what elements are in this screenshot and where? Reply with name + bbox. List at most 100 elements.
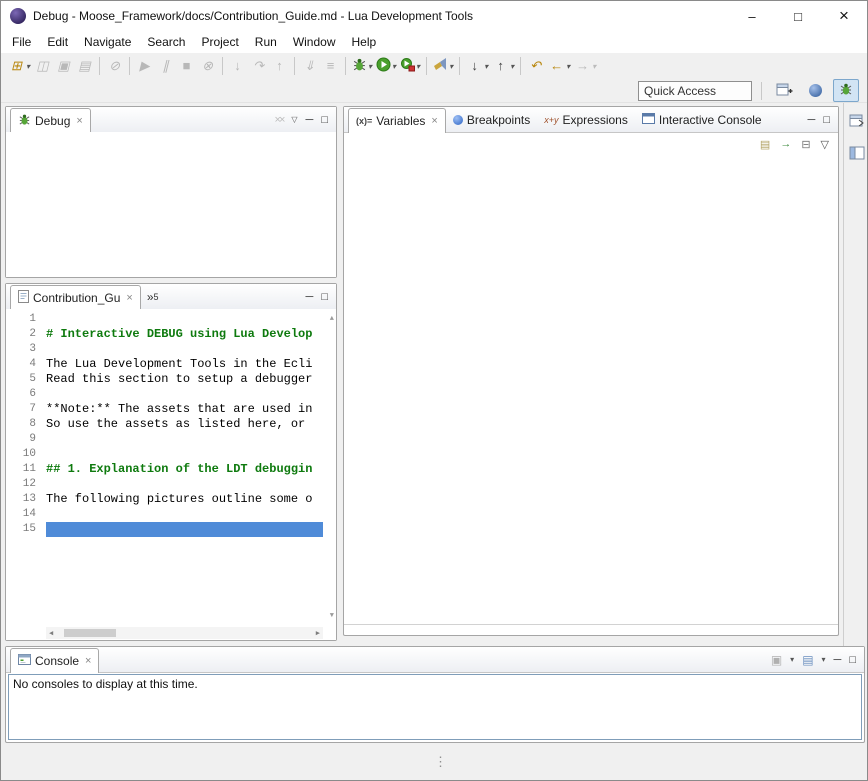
minimize-window-button[interactable]: – (729, 1, 775, 31)
dropdown-icon[interactable]: ▾ (449, 62, 453, 71)
use-step-filters-button[interactable]: ≡ (320, 54, 341, 78)
restore-view-icon[interactable] (849, 113, 865, 130)
open-perspective-button[interactable] (771, 79, 797, 102)
dropdown-icon[interactable]: ▾ (790, 655, 794, 664)
search-button[interactable]: ▾ (431, 54, 455, 78)
tab-variables[interactable]: (x)= Variables × (348, 108, 446, 133)
tab-interactive-console[interactable]: Interactive Console (635, 108, 769, 132)
external-tools-button[interactable]: ▾ (398, 54, 422, 78)
step-return-button[interactable]: ↑ (269, 54, 290, 78)
forward-button[interactable]: →▾ (572, 54, 598, 78)
editor-tab-contribution-guide[interactable]: Contribution_Gu × (10, 285, 141, 310)
outline-view-icon[interactable] (849, 146, 865, 163)
maximize-view-icon[interactable]: □ (849, 654, 856, 666)
tab-expressions[interactable]: x+y Expressions (537, 108, 635, 132)
next-annotation-button[interactable]: ↓▾ (464, 54, 490, 78)
dropdown-icon[interactable]: ▾ (510, 62, 514, 71)
debug-button[interactable]: ▾ (350, 54, 374, 78)
step-over-button[interactable]: ↷ (248, 54, 269, 78)
menu-item-edit[interactable]: Edit (39, 31, 76, 53)
debug-view-content[interactable] (6, 132, 336, 277)
navigate-icon[interactable]: → (780, 138, 791, 150)
variables-view-content[interactable] (344, 154, 838, 624)
scroll-right-icon[interactable]: ▶ (313, 629, 323, 638)
dropdown-icon[interactable]: ▾ (416, 62, 420, 71)
ldt-perspective-button[interactable] (802, 79, 828, 102)
toolbar-separator (426, 57, 427, 75)
horizontal-scrollbar[interactable]: ◀ ▶ (46, 627, 323, 639)
menu-item-file[interactable]: File (4, 31, 39, 53)
back-button[interactable]: ←▾ (546, 54, 572, 78)
more-editors-chevron[interactable]: »5 (141, 285, 165, 309)
dropdown-icon[interactable]: ▾ (566, 62, 570, 71)
tab-breakpoints[interactable]: Breakpoints (446, 108, 537, 132)
menu-item-run[interactable]: Run (247, 31, 285, 53)
print-button[interactable]: ▤ (74, 54, 95, 78)
display-selected-console-icon[interactable]: ▤ (802, 653, 813, 667)
scroll-left-icon[interactable]: ◀ (46, 629, 56, 638)
minimize-view-icon[interactable]: ─ (306, 114, 314, 126)
code-area[interactable]: # Interactive DEBUG using Lua Develop Th… (46, 309, 323, 626)
close-editor-icon[interactable]: × (126, 292, 132, 304)
dropdown-icon[interactable]: ▾ (26, 62, 30, 71)
dropdown-icon[interactable]: ▾ (592, 62, 596, 71)
dropdown-icon[interactable]: ▾ (392, 62, 396, 71)
close-view-icon[interactable]: × (76, 115, 82, 127)
code-line-selected (46, 522, 323, 537)
dropdown-icon[interactable]: ▾ (368, 62, 372, 71)
debug-perspective-button[interactable] (833, 79, 859, 102)
view-menu-icon[interactable]: ▽ (821, 138, 829, 151)
quick-access-input[interactable]: Quick Access (638, 81, 752, 101)
dropdown-icon[interactable]: ▾ (484, 62, 488, 71)
minimize-view-icon[interactable]: ─ (808, 114, 816, 126)
step-into-button[interactable]: ↓ (227, 54, 248, 78)
detail-pane-sash[interactable] (344, 624, 838, 625)
scroll-up-icon[interactable]: ▲ (330, 315, 334, 323)
scrollbar-track[interactable] (56, 627, 313, 639)
menu-item-navigate[interactable]: Navigate (76, 31, 139, 53)
dropdown-icon[interactable]: ▾ (822, 655, 826, 664)
maximize-view-icon[interactable]: □ (321, 114, 328, 126)
close-window-button[interactable]: × (821, 1, 867, 31)
close-view-icon[interactable]: × (85, 655, 91, 667)
minimize-view-icon[interactable]: ─ (834, 654, 842, 666)
menu-item-window[interactable]: Window (285, 31, 344, 53)
previous-annotation-button[interactable]: ↑▾ (490, 54, 516, 78)
toolbar-separator (99, 57, 100, 75)
save-all-icon: ▣ (55, 54, 72, 78)
maximize-view-icon[interactable]: □ (823, 114, 830, 126)
last-edit-location-button[interactable]: ↶ (525, 54, 546, 78)
resume-button[interactable]: ▶ (134, 54, 155, 78)
skip-all-breakpoints-button[interactable]: ⊘ (104, 54, 125, 78)
scrollbar-thumb[interactable] (64, 629, 116, 637)
code-line: ## 1. Explanation of the LDT debuggin (46, 462, 323, 477)
show-logical-structures-icon[interactable]: ▤ (760, 138, 770, 151)
console-tab[interactable]: Console × (10, 648, 99, 673)
minimize-view-icon[interactable]: ─ (306, 291, 314, 303)
run-button[interactable]: ▾ (374, 54, 398, 78)
scroll-down-icon[interactable]: ▼ (330, 612, 334, 620)
code-line (46, 477, 323, 492)
perspective-toolbar: Quick Access (1, 79, 867, 103)
terminate-button[interactable]: ■ (176, 54, 197, 78)
save-all-button[interactable]: ▣ (53, 54, 74, 78)
save-button[interactable]: ◫ (32, 54, 53, 78)
open-console-icon[interactable]: ▣ (771, 653, 782, 667)
new-button[interactable]: ⊞▾ (6, 54, 32, 78)
menu-item-help[interactable]: Help (344, 31, 385, 53)
menu-item-search[interactable]: Search (139, 31, 193, 53)
maximize-view-icon[interactable]: □ (321, 291, 328, 303)
drop-to-frame-button[interactable]: ⇓ (299, 54, 320, 78)
line-number-ruler[interactable]: 123456789101112131415 (6, 309, 42, 626)
disconnect-button[interactable]: ⊗ (197, 54, 218, 78)
debug-view-tab[interactable]: Debug × (10, 108, 91, 133)
view-menu-icon[interactable]: ▽ (291, 115, 297, 124)
menu-item-project[interactable]: Project (193, 31, 246, 53)
remove-all-terminated-icon[interactable]: ×× (275, 114, 284, 126)
editor-body: 123456789101112131415 # Interactive DEBU… (6, 309, 336, 640)
sash-grip-icon[interactable]: ⋮ (434, 754, 447, 770)
maximize-window-button[interactable]: □ (775, 1, 821, 31)
suspend-button[interactable]: ∥ (155, 54, 176, 78)
collapse-all-icon[interactable]: ⊟ (801, 138, 810, 151)
close-view-icon[interactable]: × (431, 115, 437, 127)
